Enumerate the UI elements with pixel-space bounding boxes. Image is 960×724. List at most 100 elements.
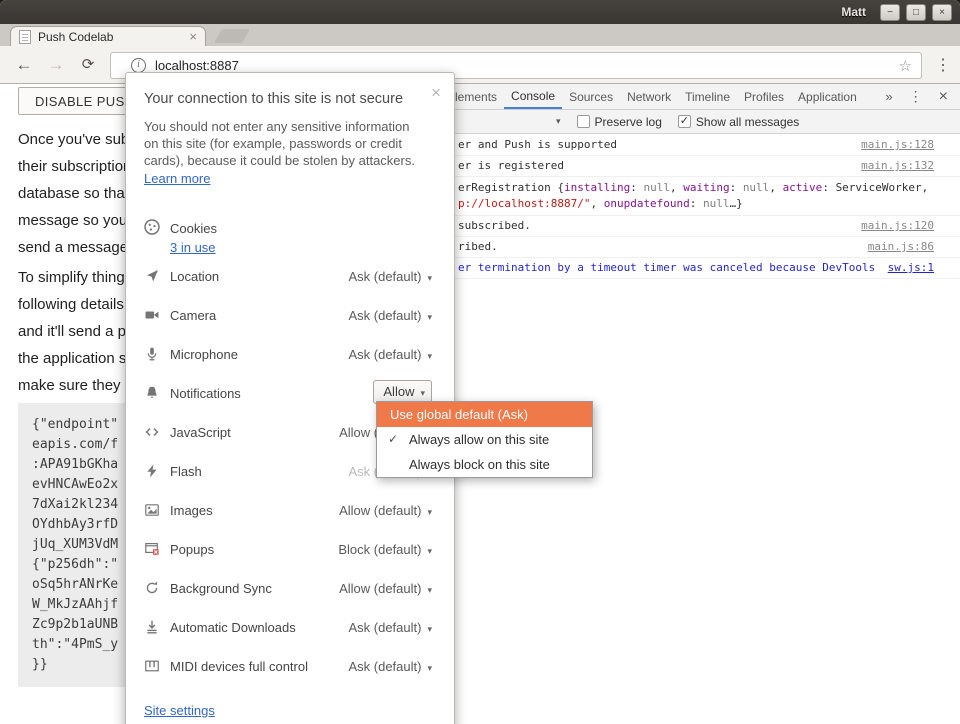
- permission-value: Ask (default): [348, 308, 421, 323]
- menu-item-label: Always block on this site: [409, 457, 550, 472]
- forward-icon[interactable]: →: [44, 55, 68, 75]
- text-line: on this site (for example, passwords or …: [144, 135, 415, 152]
- permission-row-popups: Popups Block (default) ▾: [126, 530, 454, 569]
- permission-row-background-sync: Background Sync Allow (default)▾: [126, 569, 454, 608]
- console-source-link[interactable]: main.js:128: [861, 138, 934, 152]
- permission-value: Ask (default): [348, 269, 421, 284]
- devtools-close-icon[interactable]: ×: [939, 88, 948, 106]
- tab-close-icon[interactable]: ×: [189, 30, 197, 43]
- maximize-button[interactable]: □: [906, 4, 926, 21]
- devtools-tab-console[interactable]: Console: [504, 84, 562, 109]
- permission-dropdown[interactable]: Block (default) ▾: [338, 542, 432, 557]
- page-favicon: [19, 30, 31, 44]
- permission-label: MIDI devices full control: [170, 659, 308, 674]
- permission-value: Ask (default): [348, 620, 421, 635]
- console-token: null: [703, 197, 730, 210]
- automatic-downloads-icon: [144, 619, 160, 635]
- new-tab-button[interactable]: [214, 29, 250, 43]
- console-source-link[interactable]: main.js:120: [861, 219, 934, 233]
- console-message-object[interactable]: erRegistration {installing: null, waitin…: [438, 177, 960, 216]
- console-message: er and Push is supported main.js:128: [438, 135, 960, 156]
- preserve-log-checkbox[interactable]: [577, 115, 590, 128]
- caret-down-icon: ▾: [427, 546, 432, 556]
- browser-menu-icon[interactable]: ⋮: [932, 55, 954, 75]
- text-line: following details: [18, 291, 135, 318]
- permission-value: Block (default): [338, 542, 421, 557]
- devtools-tab-sources[interactable]: Sources: [562, 84, 620, 109]
- menu-item-always-block[interactable]: Always block on this site: [377, 452, 592, 477]
- camera-icon: [144, 307, 160, 323]
- permission-value: Allow (default): [339, 503, 421, 518]
- permission-dropdown[interactable]: Allow (default) ▾: [339, 503, 432, 518]
- permission-dropdown[interactable]: Allow (default)▾: [339, 581, 432, 596]
- preserve-log-label: Preserve log: [595, 115, 662, 129]
- more-tabs-icon[interactable]: »: [885, 89, 892, 104]
- devtools-tab-timeline[interactable]: Timeline: [678, 84, 737, 109]
- permission-dropdown[interactable]: Ask (default)▾: [348, 347, 432, 362]
- window-close-button[interactable]: ×: [932, 4, 952, 21]
- permission-dropdown[interactable]: Ask (default)▾: [348, 269, 432, 284]
- console-toolbar: ▾ Preserve log ✓ Show all messages: [438, 110, 960, 134]
- caret-down-icon: ▾: [427, 624, 432, 634]
- menu-item-always-allow[interactable]: ✓ Always allow on this site: [377, 427, 592, 452]
- caret-down-icon: ▾: [427, 507, 432, 517]
- permission-row-camera: Camera Ask (default)▾: [126, 296, 454, 335]
- site-settings-link[interactable]: Site settings: [144, 703, 215, 718]
- permission-dropdown[interactable]: Ask (default)▾: [348, 308, 432, 323]
- preserve-log-option[interactable]: Preserve log: [577, 115, 662, 129]
- console-token: ,: [769, 181, 782, 194]
- object-preview-line: erRegistration {installing: null, waitin…: [458, 180, 952, 196]
- permission-value: Allow (default): [339, 581, 421, 596]
- show-all-messages-checkbox[interactable]: ✓: [678, 115, 691, 128]
- tab-strip: Push Codelab ×: [0, 24, 960, 46]
- menu-item-label: Always allow on this site: [409, 432, 549, 447]
- console-token: …}: [730, 197, 743, 210]
- text-line: make sure they r: [18, 372, 135, 399]
- devtools-menu-icon[interactable]: ⋮: [909, 88, 923, 105]
- permission-label: Popups: [170, 542, 214, 557]
- minimize-button[interactable]: −: [880, 4, 900, 21]
- javascript-icon: [144, 424, 160, 440]
- console-message-text: ribed.: [458, 240, 498, 253]
- console-token: ,: [590, 197, 603, 210]
- tab-push-codelab[interactable]: Push Codelab ×: [10, 26, 206, 46]
- back-icon[interactable]: ←: [12, 55, 36, 75]
- devtools-tab-application[interactable]: Application: [791, 84, 864, 109]
- devtools-tab-network[interactable]: Network: [620, 84, 678, 109]
- object-preview-line: p://localhost:8887/", onupdatefound: nul…: [458, 196, 952, 212]
- reload-icon[interactable]: ⟳: [76, 55, 100, 73]
- images-icon: [144, 502, 160, 518]
- tab-title: Push Codelab: [38, 30, 189, 44]
- console-token: null: [743, 181, 770, 194]
- console-token: :: [690, 197, 703, 210]
- console-source-link[interactable]: sw.js:1: [888, 261, 934, 275]
- console-message-text: subscribed.: [458, 219, 531, 232]
- cookies-in-use-link[interactable]: 3 in use: [170, 240, 216, 255]
- devtools-tab-profiles[interactable]: Profiles: [737, 84, 791, 109]
- bookmark-star-icon[interactable]: ☆: [899, 57, 912, 75]
- console-token: :: [822, 181, 835, 194]
- midi-icon: [144, 658, 160, 674]
- console-source-link[interactable]: main.js:132: [861, 159, 934, 173]
- notifications-bell-icon: [144, 385, 160, 401]
- permission-value: Ask (default): [348, 347, 421, 362]
- permission-dropdown[interactable]: Ask (default) ▾: [348, 620, 432, 635]
- permission-dropdown[interactable]: Ask (default)▾: [348, 659, 432, 674]
- learn-more-link[interactable]: Learn more: [144, 171, 210, 186]
- site-security-popup: × Your connection to this site is not se…: [125, 72, 455, 724]
- popup-close-icon[interactable]: ×: [431, 85, 441, 100]
- text-line: You should not enter any sensitive infor…: [144, 118, 415, 135]
- site-info-icon[interactable]: i: [131, 58, 146, 73]
- titlebar: Matt − □ ×: [0, 0, 960, 24]
- console-source-link[interactable]: main.js:86: [868, 240, 934, 254]
- console-token: onupdatefound: [604, 197, 690, 210]
- context-dropdown-caret-icon[interactable]: ▾: [556, 116, 561, 127]
- caret-down-icon: ▾: [427, 663, 432, 673]
- menu-item-use-global-default[interactable]: Use global default (Ask): [377, 402, 592, 427]
- permission-label: Automatic Downloads: [170, 620, 296, 635]
- console-token: ServiceWorker: [836, 181, 922, 194]
- show-all-messages-option[interactable]: ✓ Show all messages: [678, 115, 799, 129]
- page-paragraph: To simplify thingsfollowing detailsand i…: [18, 264, 135, 399]
- disable-push-button[interactable]: DISABLE PUS: [18, 87, 142, 115]
- permission-row-images: Images Allow (default)▾: [126, 491, 454, 530]
